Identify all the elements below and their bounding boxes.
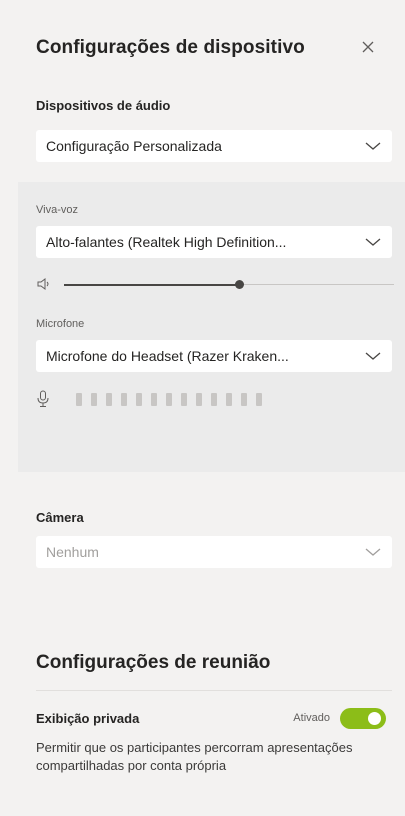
microphone-value: Microfone do Headset (Razer Kraken... [46, 348, 289, 364]
speaker-dropdown[interactable]: Alto-falantes (Realtek High Definition..… [36, 226, 392, 258]
chevron-down-icon [365, 238, 381, 246]
microphone-level-bar [136, 393, 142, 406]
device-settings-panel: Configurações de dispositivo Dispositivo… [0, 0, 405, 816]
microphone-icon [37, 390, 49, 407]
microphone-level-bar [181, 393, 187, 406]
speaker-volume-row [36, 276, 396, 292]
private-view-toggle[interactable] [340, 708, 386, 729]
microphone-level-meter [76, 393, 262, 406]
microphone-level-bar [226, 393, 232, 406]
microphone-level-bar [211, 393, 217, 406]
speaker-volume-thumb[interactable] [234, 280, 244, 289]
camera-label: Câmera [36, 510, 84, 525]
meeting-settings-divider [36, 690, 392, 691]
microphone-level-bar [106, 393, 112, 406]
microphone-level-bar [256, 393, 262, 406]
meeting-settings-title: Configurações de reunião [36, 652, 271, 673]
audio-devices-label: Dispositivos de áudio [36, 98, 171, 113]
microphone-level-bar [76, 393, 82, 406]
microphone-level-bar [91, 393, 97, 406]
private-view-row: Exibição privada Ativado [36, 708, 386, 730]
microphone-level-bar [166, 393, 172, 406]
page-title: Configurações de dispositivo [36, 37, 305, 58]
microphone-dropdown[interactable]: Microfone do Headset (Razer Kraken... [36, 340, 392, 372]
speaker-volume-slider[interactable] [64, 280, 394, 289]
toggle-knob [368, 712, 381, 725]
microphone-level-row [36, 390, 336, 408]
close-icon[interactable] [359, 38, 377, 56]
speaker-label: Viva-voz [36, 204, 78, 216]
chevron-down-icon [365, 548, 381, 556]
camera-dropdown[interactable]: Nenhum [36, 536, 392, 568]
microphone-level-bar [241, 393, 247, 406]
speaker-value: Alto-falantes (Realtek High Definition..… [46, 234, 287, 250]
audio-devices-dropdown[interactable]: Configuração Personalizada [36, 130, 392, 162]
chevron-down-icon [365, 142, 381, 150]
microphone-level-bar [151, 393, 157, 406]
microphone-level-bar [196, 393, 202, 406]
private-view-state: Ativado [293, 712, 330, 724]
microphone-level-bar [121, 393, 127, 406]
microphone-label: Microfone [36, 318, 85, 330]
speaker-volume-fill [64, 283, 239, 286]
audio-devices-value: Configuração Personalizada [46, 138, 222, 154]
private-view-label: Exibição privada [36, 711, 140, 726]
speaker-icon [37, 278, 49, 290]
chevron-down-icon [365, 352, 381, 360]
private-view-description: Permitir que os participantes percorram … [36, 740, 353, 773]
camera-value: Nenhum [46, 544, 99, 560]
panel-header: Configurações de dispositivo [36, 36, 385, 64]
